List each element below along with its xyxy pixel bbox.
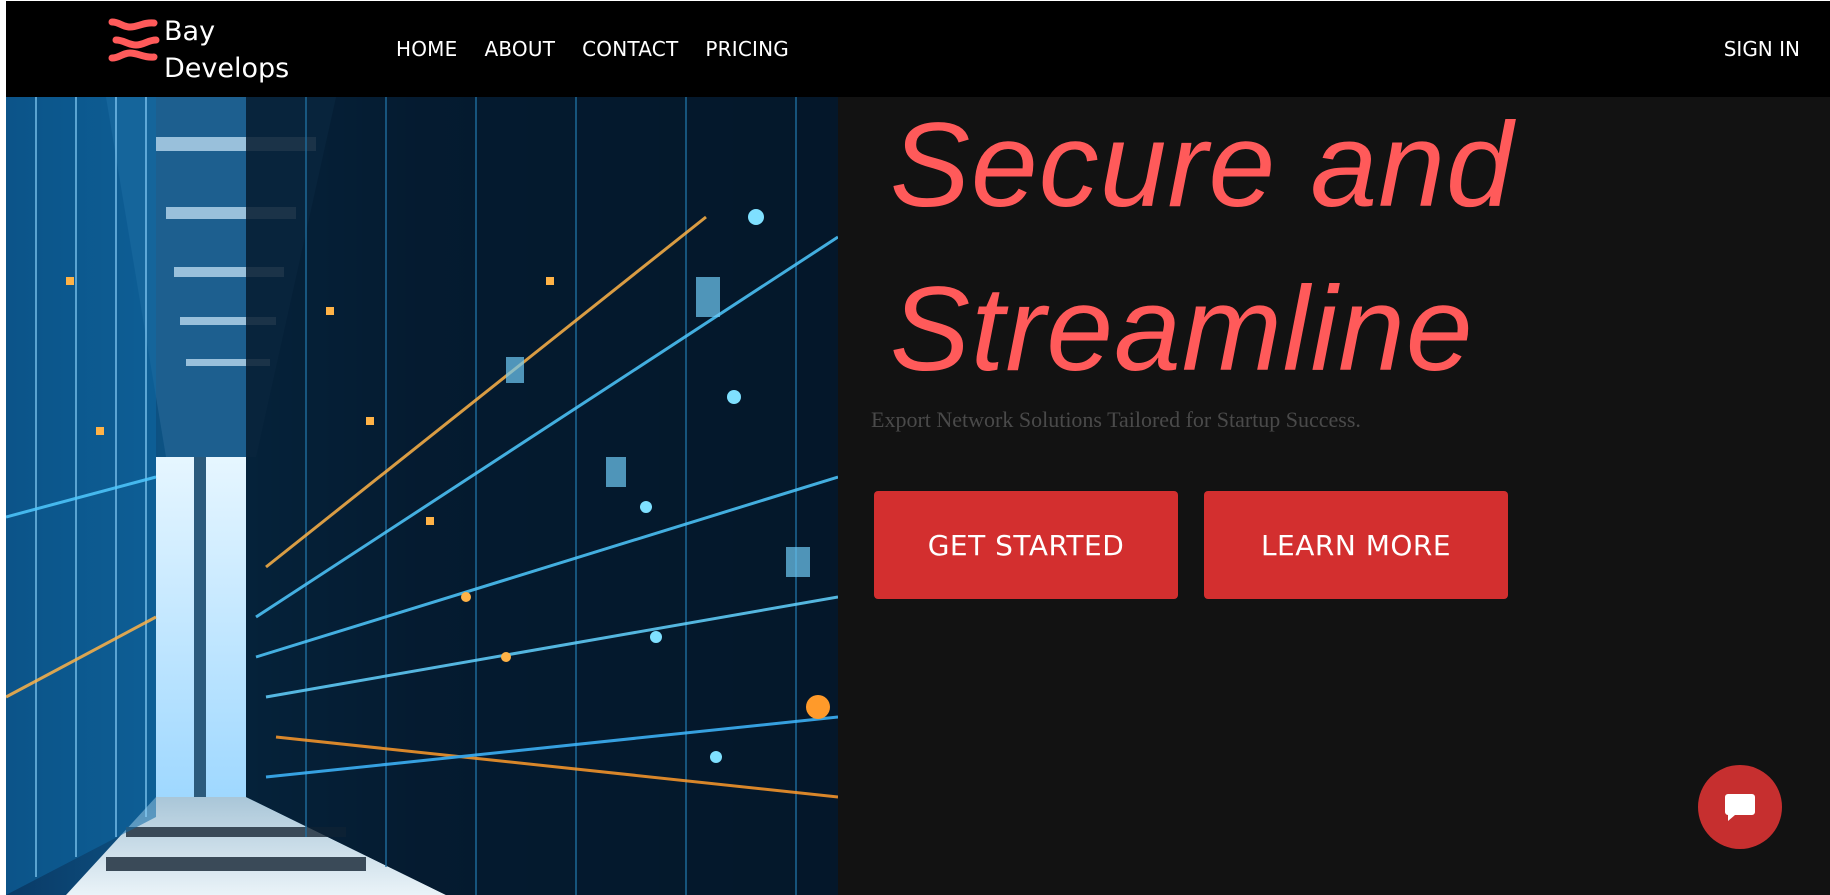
hero-subtitle: Export Network Solutions Tailored for St… — [871, 407, 1361, 432]
nav-pricing[interactable]: PRICING — [705, 37, 789, 61]
logo-icon[interactable] — [106, 16, 162, 64]
get-started-button[interactable]: GET STARTED — [874, 491, 1178, 599]
main-nav: HOME ABOUT CONTACT PRICING — [396, 37, 816, 61]
nav-about[interactable]: ABOUT — [484, 37, 555, 61]
brand-name[interactable]: Bay Develops — [164, 13, 289, 87]
learn-more-button[interactable]: LEARN MORE — [1204, 491, 1508, 599]
hero-headline: Secure and Streamline — [890, 83, 1514, 411]
headline-line-2: Streamline — [890, 262, 1474, 396]
nav-home[interactable]: HOME — [396, 37, 457, 61]
brand-line-2: Develops — [164, 53, 290, 84]
sign-in-link[interactable]: SIGN IN — [1724, 37, 1800, 61]
data-center-corridor-image — [6, 97, 838, 895]
nav-contact[interactable]: CONTACT — [582, 37, 678, 61]
headline-line-1: Secure and — [890, 98, 1514, 232]
chat-button[interactable] — [1698, 765, 1782, 849]
page-frame: Bay Develops HOME ABOUT CONTACT PRICING … — [6, 1, 1830, 895]
brand-line-1: Bay — [164, 16, 216, 47]
chat-bubble-icon — [1725, 794, 1755, 821]
